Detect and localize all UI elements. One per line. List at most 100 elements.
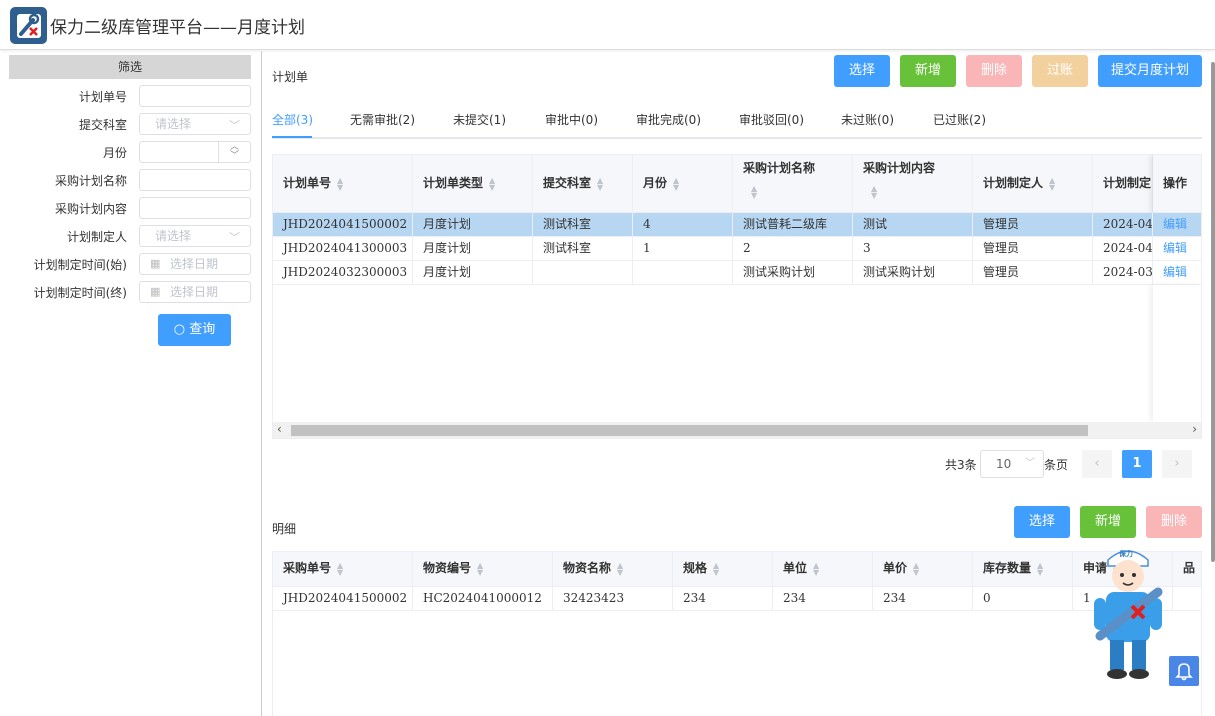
column-header[interactable]: 单价 ▲ ▼ (873, 552, 973, 587)
cell (533, 261, 633, 285)
column-header[interactable]: 计划单号 ▲ ▼ (273, 155, 413, 213)
plan-name-input[interactable] (139, 169, 251, 191)
cell: 2 (733, 237, 853, 261)
column-header[interactable]: 计划单类型 ▲ ▼ (413, 155, 533, 213)
column-header[interactable]: 提交科室 ▲ ▼ (533, 155, 633, 213)
sort-icon[interactable]: ▲▼ (673, 176, 679, 191)
filter-label: 计划制定人 (66, 230, 127, 244)
column-header[interactable]: 采购单号 ▲ ▼ (273, 552, 413, 587)
sort-icon[interactable]: ▲▼ (913, 561, 919, 576)
column-header[interactable]: 物资编号 ▲ ▼ (413, 552, 553, 587)
maker-select[interactable]: 请选择 ﹀ (139, 225, 251, 247)
notification-button[interactable] (1169, 656, 1199, 686)
detail-add-button[interactable]: 新增 (1080, 506, 1136, 538)
filter-label: 采购计划内容 (54, 202, 127, 216)
plan-content-input[interactable] (139, 197, 251, 219)
submit-monthly-plan-button[interactable]: 提交月度计划 (1098, 55, 1202, 87)
query-button-label: 查询 (189, 322, 216, 337)
filter-row-maker: 计划制定人 请选择 ﹀ (0, 225, 262, 247)
column-header[interactable]: 规格 ▲ ▼ (673, 552, 773, 587)
page-number-button[interactable]: 1 (1122, 450, 1152, 478)
filter-label: 计划制定时间(始) (33, 258, 127, 272)
mascot-image[interactable]: 保力 (1088, 540, 1168, 680)
column-header[interactable]: 物资名称 ▲ ▼ (553, 552, 673, 587)
column-header-label: 品 (1183, 561, 1196, 575)
detail-select-button[interactable]: 选择 (1014, 506, 1070, 538)
tab-approved[interactable]: 审批完成(0) (636, 111, 701, 128)
edit-link[interactable]: 编辑 (1153, 237, 1201, 261)
sort-icon[interactable]: ▲▼ (337, 176, 343, 191)
sort-icon[interactable]: ▲▼ (1049, 176, 1055, 191)
plan-delete-button[interactable]: 删除 (966, 55, 1022, 87)
cell: 2024-03-2 (1093, 261, 1153, 285)
plan-post-button[interactable]: 过账 (1032, 55, 1088, 87)
cell: 234 (873, 587, 973, 611)
scroll-right-icon[interactable]: › (1192, 422, 1197, 436)
filter-header: 筛选 (9, 55, 251, 79)
column-header[interactable]: 月份 ▲ ▼ (633, 155, 733, 213)
column-header[interactable]: 计划制定 (1093, 155, 1153, 213)
end-date-picker[interactable]: ▦ 选择日期 (139, 281, 251, 303)
sort-icon[interactable]: ▲▼ (477, 561, 483, 576)
sort-icon[interactable]: ▲▼ (1037, 561, 1043, 576)
column-header-label: 计划单类型 (423, 176, 484, 190)
column-header[interactable]: 品 (1173, 552, 1201, 587)
filter-row-plan-name: 采购计划名称 (0, 169, 262, 191)
tab-no-approval[interactable]: 无需审批(2) (350, 111, 415, 128)
start-date-picker[interactable]: ▦ 选择日期 (139, 253, 251, 275)
dept-select[interactable]: 请选择 ﹀ (139, 113, 251, 135)
plan-table: 计划单号 ▲ ▼ 计划单类型 ▲ ▼ 提交科室 ▲ ▼ 月份 ▲ ▼ 采购计划名称 ▲ ▼ 采购计划… (272, 154, 1202, 439)
filter-label: 月份 (102, 146, 127, 160)
date-placeholder: 选择日期 (170, 285, 219, 299)
sort-icon[interactable]: ▲▼ (597, 176, 603, 191)
sort-icon[interactable]: ▲▼ (617, 561, 623, 576)
main-content: 计划单 选择 新增 删除 过账 提交月度计划 全部(3) 无需审批(2) 未提交… (263, 51, 1215, 716)
month-stepper[interactable]: ︿ ﹀ (139, 141, 251, 163)
sort-icon[interactable]: ▲▼ (813, 561, 819, 576)
sort-icon[interactable]: ▲▼ (337, 561, 343, 576)
tab-rejected[interactable]: 审批驳回(0) (739, 111, 804, 128)
column-header[interactable]: 采购计划名称 ▲ ▼ (733, 155, 853, 213)
column-header[interactable]: 库存数量 ▲ ▼ (973, 552, 1073, 587)
scrollbar-thumb[interactable] (291, 425, 1088, 436)
stepper-arrows-icon[interactable]: ︿ ﹀ (218, 142, 250, 162)
column-header-label: 计划单号 (283, 176, 332, 190)
sort-icon[interactable]: ▲▼ (751, 185, 757, 200)
cell: 32423423 (553, 587, 673, 611)
sort-icon[interactable]: ▲▼ (713, 561, 719, 576)
plan-add-button[interactable]: 新增 (900, 55, 956, 87)
column-header-label: 计划制定 (1103, 176, 1152, 190)
next-page-button[interactable]: › (1162, 450, 1192, 478)
column-header[interactable]: 单位 ▲ ▼ (773, 552, 873, 587)
tab-unposted[interactable]: 未过账(0) (841, 111, 894, 128)
edit-link[interactable]: 编辑 (1153, 213, 1201, 237)
cell: 测试采购计划 (733, 261, 853, 285)
page-scrollbar[interactable] (1211, 62, 1215, 562)
scroll-left-icon[interactable]: ‹ (277, 422, 282, 436)
tab-approving[interactable]: 审批中(0) (545, 111, 598, 128)
prev-page-button[interactable]: ‹ (1082, 450, 1112, 478)
sort-icon[interactable]: ▲▼ (489, 176, 495, 191)
page-size-select[interactable]: 10 ﹀ (980, 450, 1044, 478)
active-tab-indicator (272, 136, 312, 138)
sort-icon[interactable]: ▲▼ (871, 185, 877, 200)
horizontal-scrollbar[interactable]: ‹ › (273, 422, 1201, 438)
cell: 测试采购计划 (853, 261, 973, 285)
tab-all[interactable]: 全部(3) (272, 111, 313, 128)
edit-link[interactable]: 编辑 (1153, 261, 1201, 285)
plan-no-input[interactable] (139, 85, 251, 107)
fixed-column-shadow (1153, 285, 1201, 422)
cell: JHD2024041300003 (273, 237, 413, 261)
column-header[interactable]: 采购计划内容 ▲ ▼ (853, 155, 973, 213)
filter-row-end-date: 计划制定时间(终) ▦ 选择日期 (0, 281, 262, 303)
filter-label: 计划单号 (78, 90, 127, 104)
query-button[interactable]: ○ 查询 (158, 314, 231, 346)
plan-select-button[interactable]: 选择 (834, 55, 890, 87)
cell: 管理员 (973, 261, 1093, 285)
detail-delete-button[interactable]: 删除 (1146, 506, 1202, 538)
column-header[interactable]: 计划制定人 ▲ ▼ (973, 155, 1093, 213)
tab-unsubmitted[interactable]: 未提交(1) (453, 111, 506, 128)
column-header-label: 规格 (683, 561, 708, 575)
tab-posted[interactable]: 已过账(2) (933, 111, 986, 128)
chevron-down-icon: ﹀ (1025, 458, 1035, 469)
